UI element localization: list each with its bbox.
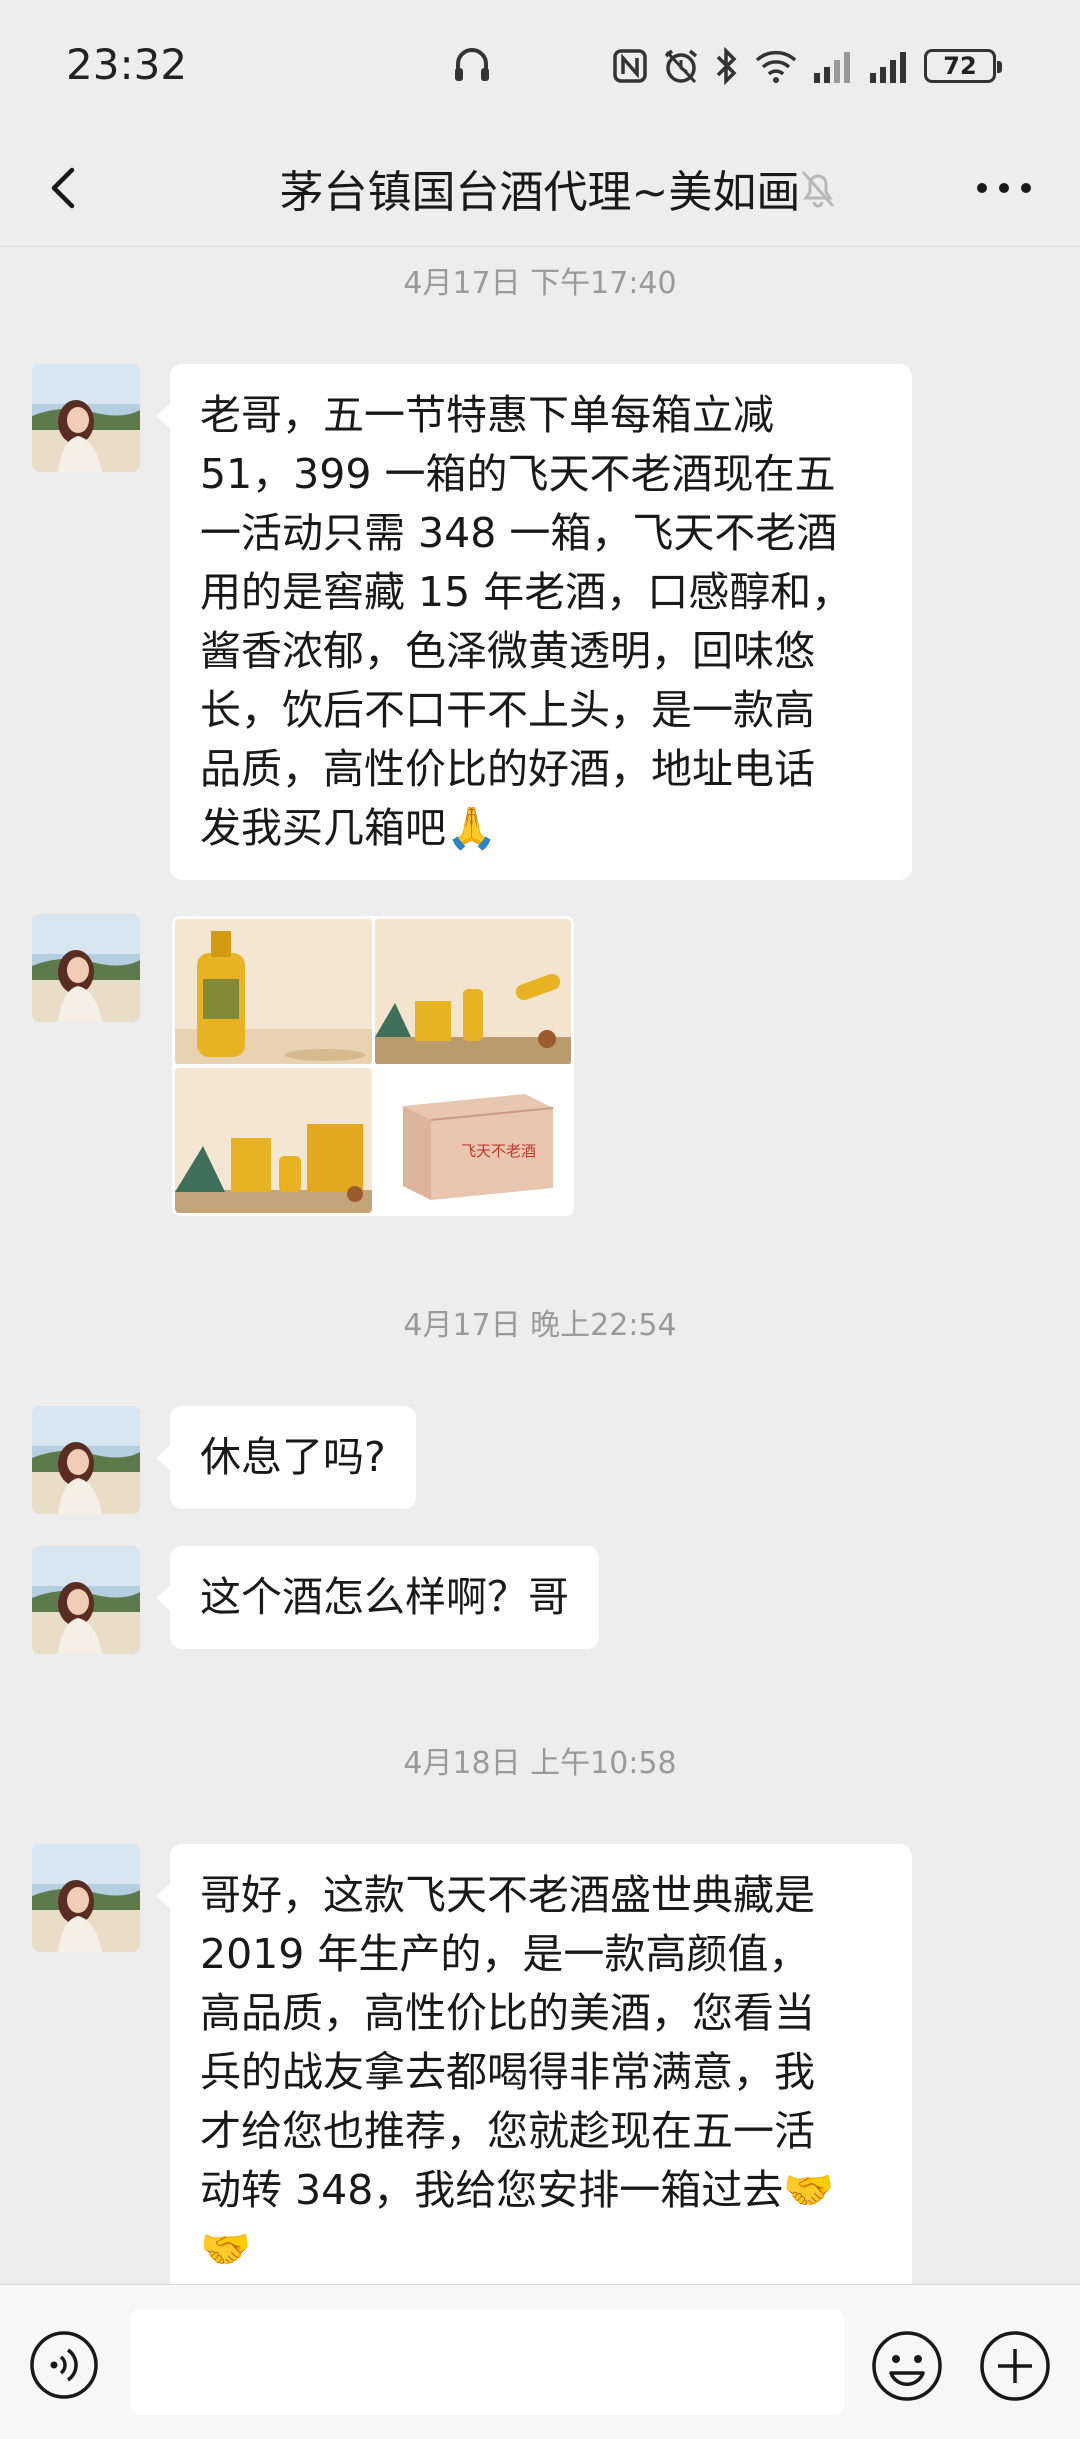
wifi-icon	[755, 50, 797, 83]
box-label: 飞天不老酒	[461, 1142, 536, 1160]
bottle-photo	[374, 919, 571, 1064]
plus-icon[interactable]	[978, 2329, 1052, 2403]
avatar-image	[32, 914, 140, 1022]
bottle-photo	[175, 1067, 372, 1213]
message-bubble[interactable]: 老哥，五一节特惠下单每箱立减 51，399 一箱的飞天不老酒现在五 一活动只需 …	[156, 364, 912, 880]
status-bar: 23:32 72	[0, 0, 1080, 130]
headphone-icon	[455, 48, 489, 81]
status-time: 23:32	[66, 40, 188, 89]
box-photo: 飞天不老酒	[374, 1067, 571, 1213]
photo-thumbnail[interactable]	[175, 919, 372, 1065]
message-text: 哥好，这款飞天不老酒盛世典藏是 2019 年生产的，是一款高颜值， 高品质，高性…	[200, 1871, 835, 2273]
message-bubble[interactable]: 休息了吗?	[156, 1406, 416, 1509]
image-message-grid[interactable]: 飞天不老酒	[172, 916, 574, 1216]
message-text: 老哥，五一节特惠下单每箱立减 51，399 一箱的飞天不老酒现在五 一活动只需 …	[200, 391, 853, 852]
timestamp: 4月17日 下午17:40	[403, 266, 677, 301]
message-bubble[interactable]: 这个酒怎么样啊？哥	[156, 1546, 599, 1649]
message-input[interactable]	[130, 2309, 844, 2415]
bell-muted-icon	[801, 171, 835, 208]
battery-icon: 72	[924, 49, 1002, 83]
signal-icon	[870, 52, 906, 83]
photo-thumbnail[interactable]	[374, 919, 571, 1065]
emoji-icon[interactable]	[870, 2329, 944, 2403]
photo-thumbnail[interactable]	[175, 1067, 372, 1214]
battery-level: 72	[943, 52, 977, 80]
avatar[interactable]	[32, 1406, 140, 1514]
status-icons: 72	[612, 44, 1002, 88]
alarm-icon	[664, 49, 698, 84]
nfc-icon	[613, 49, 647, 83]
avatar-image	[32, 1406, 140, 1514]
message-text: 这个酒怎么样啊？哥	[200, 1573, 569, 1621]
signal-icon	[814, 52, 850, 83]
avatar-image	[32, 1546, 140, 1654]
avatar[interactable]	[32, 1546, 140, 1654]
chat-header: 茅台镇国台酒代理~美如画	[0, 130, 1080, 247]
voice-icon[interactable]	[28, 2329, 100, 2401]
avatar-image	[32, 1844, 140, 1952]
photo-thumbnail[interactable]: 飞天不老酒	[374, 1067, 571, 1214]
input-bar	[0, 2284, 1080, 2439]
ellipsis-icon[interactable]	[974, 166, 1034, 210]
timestamp: 4月18日 上午10:58	[403, 1746, 677, 1781]
bluetooth-icon	[716, 47, 737, 85]
timestamp: 4月17日 晚上22:54	[403, 1308, 677, 1343]
chat-title: 茅台镇国台酒代理~美如画	[279, 167, 801, 218]
message-bubble[interactable]: 哥好，这款飞天不老酒盛世典藏是 2019 年生产的，是一款高颜值， 高品质，高性…	[156, 1844, 912, 2301]
avatar-image	[32, 364, 140, 472]
message-text: 休息了吗?	[200, 1433, 386, 1481]
avatar[interactable]	[32, 1844, 140, 1952]
bottle-photo	[175, 919, 372, 1064]
avatar[interactable]	[32, 914, 140, 1022]
avatar[interactable]	[32, 364, 140, 472]
